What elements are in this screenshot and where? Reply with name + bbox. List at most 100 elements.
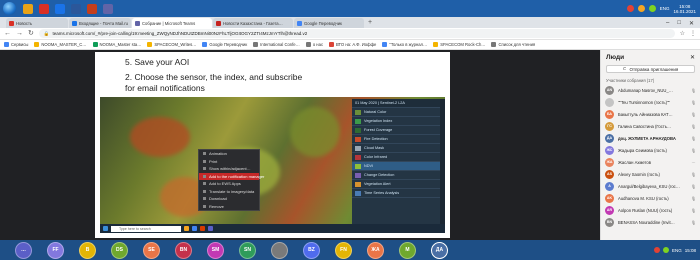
participant-avatar[interactable]: SN — [239, 241, 256, 259]
participant-avatar-self[interactable]: ДА — [431, 241, 448, 259]
network-icon[interactable] — [662, 247, 669, 253]
layer-item[interactable]: Change Detection — [352, 171, 440, 180]
layer-thumb — [355, 163, 361, 169]
opera-icon[interactable] — [39, 3, 49, 14]
participant-avatar[interactable]: BZ — [303, 241, 320, 259]
browser-tab[interactable]: Новость — [6, 18, 68, 28]
panel-header: Люди ✕ — [601, 50, 700, 63]
layer-item[interactable]: Vegetation Index — [352, 117, 440, 126]
clock[interactable]: 15:08 16.01.2021 — [673, 4, 696, 14]
bookmark-item[interactable]: Google Переводчик — [202, 42, 247, 47]
file-explorer-icon[interactable] — [23, 3, 33, 14]
layer-item[interactable]: Natural Color — [352, 108, 440, 117]
url-field[interactable]: 🔒 teams.microsoft.com/_#/pre-join-calling… — [38, 29, 675, 38]
language-indicator[interactable]: ENG — [672, 248, 682, 253]
forward-icon[interactable]: → — [16, 29, 23, 39]
layer-item[interactable]: Fire Detection — [352, 135, 440, 144]
browser-tab-active[interactable]: Собрание | Microsoft Teams — [132, 18, 212, 28]
participant-avatar[interactable]: B — [79, 241, 96, 259]
bookmark-item[interactable]: "Только в журнал… — [382, 42, 427, 47]
minimize-icon[interactable]: – — [666, 20, 669, 26]
chrome-icon[interactable] — [55, 3, 65, 14]
layer-item[interactable]: Vegetation Alert — [352, 180, 440, 189]
back-icon[interactable]: ← — [4, 29, 11, 39]
notification-icon[interactable] — [653, 247, 660, 253]
participant-avatar[interactable]: ЖА — [367, 241, 384, 259]
participant-row[interactable]: ЖС Жадыра Сеимова (гость) 🎙 — [601, 144, 700, 156]
participant-row[interactable]: ДА доц. ЖУЛИЕТА АРНАУДОВА 🎙 — [601, 132, 700, 144]
clock-time[interactable]: 15:08 — [685, 248, 696, 253]
participant-row[interactable]: БА Бакытгуль Айниазова КАТ… 🎙 — [601, 108, 700, 120]
participant-row[interactable]: AK Audhanova M. KSU (гость) 🎙 — [601, 192, 700, 204]
participants-panel: Люди ✕ ⊂ Отправка приглашения Участники … — [600, 50, 700, 240]
layer-item[interactable]: Time Series Analysis — [352, 189, 440, 198]
mic-off-icon: 🎙 — [690, 183, 697, 189]
bookmark-item[interactable]: International Confe… — [253, 42, 300, 47]
context-menu-item[interactable]: Print — [199, 158, 259, 166]
layer-header[interactable]: 01 May 2020 | Sentinel-2 L2A — [352, 99, 440, 108]
context-menu-item[interactable]: Remove — [199, 203, 259, 211]
reading-list[interactable]: Список для чтения — [491, 42, 535, 47]
participant-row[interactable]: A Anargul/Belgibayeva_KSU (гос… 🎙 — [601, 180, 700, 192]
participants-section-header[interactable]: Участники собрания (17) — [601, 75, 700, 84]
participant-row[interactable]: AN Abdumanap Nasrov_NUU_… 🎙 — [601, 84, 700, 96]
bookmark-item[interactable]: NOOMA_Master sta… — [92, 42, 141, 47]
language-indicator[interactable]: ENG — [660, 6, 670, 11]
bookmark-item[interactable]: Сервисы — [4, 42, 28, 47]
antivirus-icon[interactable] — [637, 5, 645, 12]
powerpoint-icon[interactable] — [87, 3, 97, 14]
tab-label: Новость — [16, 20, 33, 26]
browser-tab[interactable]: Google Переводчик — [294, 18, 364, 28]
participant-avatar[interactable]: FN — [335, 241, 352, 259]
context-menu-item-highlighted[interactable]: Add to the notification manager — [199, 172, 264, 180]
browser-tab[interactable]: Новости Казахстана - Газета… — [213, 18, 293, 28]
participant-avatar[interactable]: BN — [175, 241, 192, 259]
bookmark-item[interactable]: о нас — [305, 42, 323, 47]
bookmark-item[interactable]: ВТО на: А.Ф. Иоффе — [329, 42, 376, 47]
layer-item[interactable]: Color Infrared — [352, 153, 440, 162]
reload-icon[interactable]: ↻ — [28, 29, 34, 39]
context-menu-item[interactable]: Add to EWS Apps — [199, 180, 259, 188]
participant-row[interactable]: ГС Галина Савостина (Гость… 🎙 — [601, 120, 700, 132]
layer-item[interactable]: Forest Coverage — [352, 126, 440, 135]
context-menu-item[interactable]: Show within/adjacent… — [199, 165, 259, 173]
menu-icon[interactable]: ⋮ — [690, 29, 696, 39]
participant-avatar[interactable]: FF — [47, 241, 64, 259]
context-menu-item[interactable]: Animation — [199, 150, 259, 158]
close-icon[interactable]: ✕ — [689, 20, 694, 27]
bookmark-item[interactable]: SPACECOM_Writes… — [147, 42, 196, 47]
bookmark-item[interactable]: NOOMA_MASTER_C… — [34, 42, 87, 47]
layers-side-tabs[interactable] — [440, 99, 445, 229]
participant-row[interactable]: BN BENASSA Nouraddine (Invit… 🎙 — [601, 216, 700, 228]
browser-tab[interactable]: Входящие - Почта Mail.ru — [69, 18, 131, 28]
participant-row[interactable]: ЖА Жаслан Ахметов ⋯ — [601, 156, 700, 168]
overflow-avatar[interactable]: … — [15, 241, 32, 259]
word-icon[interactable] — [71, 3, 81, 14]
participant-row[interactable]: ""Teu Tursinnomon (гость)"" 🎙 — [601, 96, 700, 108]
layer-item[interactable]: Cloud Mask — [352, 144, 440, 153]
more-options-icon[interactable]: ⋯ — [691, 160, 696, 165]
map-region — [290, 107, 340, 157]
network-icon[interactable] — [648, 5, 656, 12]
participant-avatar[interactable]: M — [399, 241, 416, 259]
layer-item-selected[interactable]: NDVI — [352, 162, 440, 171]
participant-row[interactable]: AR Aolpon Ruslan (NUU) (гость) 🎙 — [601, 204, 700, 216]
close-panel-icon[interactable]: ✕ — [690, 54, 695, 61]
maximize-icon[interactable]: □ — [677, 20, 681, 26]
participant-avatar[interactable]: DS — [111, 241, 128, 259]
notification-icon[interactable] — [626, 5, 634, 12]
participant-avatar[interactable]: SM — [207, 241, 224, 259]
participant-avatar-photo[interactable] — [271, 241, 288, 259]
participant-name: Жаслан Ахметов — [618, 159, 651, 165]
participant-avatar[interactable]: SE — [143, 241, 160, 259]
context-menu-item[interactable]: Download — [199, 195, 259, 203]
os-taskbar: ENG 15:08 16.01.2021 — [0, 0, 700, 17]
start-orb-icon[interactable] — [3, 2, 16, 15]
context-menu-item[interactable]: Translate to imagery/data — [199, 188, 259, 196]
invite-button[interactable]: ⊂ Отправка приглашения — [606, 65, 695, 73]
participant-row[interactable]: AS Alexey Saomin (гость) 🎙 — [601, 168, 700, 180]
star-icon[interactable]: ☆ — [680, 29, 685, 39]
new-tab-icon[interactable]: + — [365, 18, 375, 28]
bookmark-item[interactable]: SPACECOM Rock-Ch… — [433, 42, 485, 47]
teams-icon[interactable] — [103, 3, 113, 14]
